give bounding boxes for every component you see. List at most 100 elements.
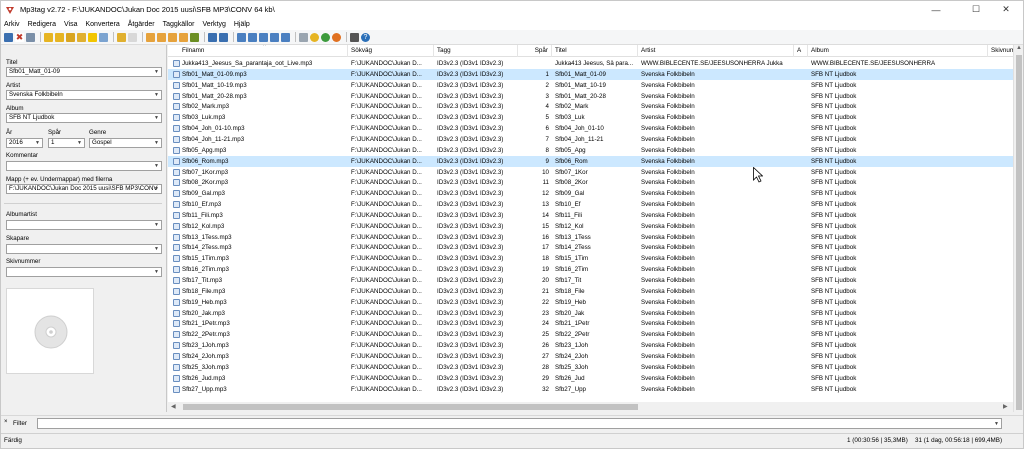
chevron-down-icon[interactable]: ▼ <box>152 185 161 193</box>
table-row[interactable]: Sfb03_Luk.mp3 F:\JUKANDOC\Jukan D... ID3v2… <box>168 112 1013 123</box>
minimize-button[interactable]: — <box>919 1 953 18</box>
open-folder-icon[interactable] <box>66 32 75 42</box>
scroll-right-icon[interactable]: ▶ <box>1003 403 1008 410</box>
chevron-down-icon[interactable]: ▼ <box>152 162 161 170</box>
chevron-down-icon[interactable]: ▼ <box>152 268 161 276</box>
close-button[interactable]: ✕ <box>989 1 1023 18</box>
tools-icon[interactable] <box>332 32 341 42</box>
scroll-up-icon[interactable]: ▲ <box>1016 45 1022 51</box>
column-titel[interactable]: Titel <box>552 45 638 57</box>
chevron-down-icon[interactable]: ▼ <box>152 221 161 229</box>
tag-source-discogs-icon[interactable] <box>259 32 268 42</box>
tag-source-amazon-icon[interactable] <box>281 32 290 42</box>
table-row[interactable]: Sfb16_2Tim.mp3 F:\JUKANDOC\Jukan D... ID3v… <box>168 264 1013 275</box>
table-row[interactable]: Sfb10_Ef.mp3 F:\JUKANDOC\Jukan D... ID3v2.… <box>168 199 1013 210</box>
menu-arkiv[interactable]: Arkiv <box>4 21 20 28</box>
table-row[interactable]: Sfb04_Joh_11-21.mp3 F:\JUKANDOC\Jukan D..… <box>168 134 1013 145</box>
chevron-down-icon[interactable]: ▼ <box>152 114 161 122</box>
column-spar[interactable]: Spår <box>518 45 552 57</box>
table-row[interactable]: Jukka413_Jeesus_Sa_parantaja_oot_Live.mp… <box>168 58 1013 69</box>
table-row[interactable]: Sfb18_File.mp3 F:\JUKANDOC\Jukan D... ID3v… <box>168 286 1013 297</box>
menu-verktyg[interactable]: Verktyg <box>203 21 226 28</box>
tag-to-filename-icon[interactable] <box>146 32 155 42</box>
table-row[interactable]: Sfb01_Matt_01-09.mp3 F:\JUKANDOC\Jukan D.… <box>168 68 1013 80</box>
column-album[interactable]: Album <box>808 45 988 57</box>
table-row[interactable]: Sfb20_Jak.mp3 F:\JUKANDOC\Jukan D... ID3v2… <box>168 308 1013 319</box>
table-row[interactable]: Sfb26_Jud.mp3 F:\JUKANDOC\Jukan D... ID3v2… <box>168 373 1013 384</box>
mapp-field[interactable]: F:\JUKANDOC\Jukan Doc 2015 uusi\SFB MP3\… <box>6 184 162 194</box>
chevron-down-icon[interactable]: ▼ <box>152 139 161 147</box>
cover-art-area[interactable] <box>6 288 94 374</box>
chevron-down-icon[interactable]: ▼ <box>152 91 161 99</box>
add-directory-icon[interactable] <box>55 32 64 42</box>
folder-reload-icon[interactable] <box>77 32 86 42</box>
vertical-scrollbar[interactable]: ▲ <box>1013 45 1023 412</box>
table-row[interactable]: Sfb17_Tit.mp3 F:\JUKANDOC\Jukan D... ID3v2… <box>168 275 1013 286</box>
filter-icon[interactable] <box>299 32 308 42</box>
table-row[interactable]: Sfb06_Rom.mp3 F:\JUKANDOC\Jukan D... ID3v2… <box>168 155 1013 167</box>
column-a[interactable]: A <box>794 45 808 57</box>
actions-icon[interactable] <box>208 32 217 42</box>
favorites-star-icon[interactable] <box>88 32 97 42</box>
table-row[interactable]: Sfb07_1Kor.mp3 F:\JUKANDOC\Jukan D... ID3v… <box>168 167 1013 178</box>
column-sokvag[interactable]: Sökväg <box>348 45 434 57</box>
auto-numbering-icon[interactable] <box>190 32 199 42</box>
albumartist-field[interactable]: ▼ <box>6 220 162 230</box>
quick-actions-icon[interactable] <box>219 32 228 42</box>
undo-icon[interactable] <box>26 32 35 42</box>
artist-field[interactable]: Svenska Folkbibeln ▼ <box>6 90 162 100</box>
filename-to-tag-icon[interactable] <box>157 32 166 42</box>
filter-close-icon[interactable]: × <box>4 419 8 425</box>
spar-field[interactable]: 1 ▼ <box>48 138 85 148</box>
table-row[interactable]: Sfb04_Joh_01-10.mp3 F:\JUKANDOC\Jukan D..… <box>168 123 1013 134</box>
filter-input[interactable]: ▼ <box>37 418 1002 429</box>
skivnummer-field[interactable]: ▼ <box>6 267 162 277</box>
menu-hjalp[interactable]: Hjälp <box>234 21 250 28</box>
ar-field[interactable]: 2016 ▼ <box>6 138 43 148</box>
column-artist[interactable]: Artist <box>638 45 794 57</box>
table-row[interactable]: Sfb14_2Tess.mp3 F:\JUKANDOC\Jukan D... ID3… <box>168 242 1013 253</box>
kommentar-field[interactable]: ▼ <box>6 161 162 171</box>
table-row[interactable]: Sfb19_Heb.mp3 F:\JUKANDOC\Jukan D... ID3v2… <box>168 297 1013 308</box>
file-list[interactable]: Filnamn Sökväg Tagg Spår Titel Artist A … <box>168 45 1013 402</box>
export-icon[interactable] <box>128 32 137 42</box>
refresh-icon[interactable] <box>99 32 108 42</box>
table-row[interactable]: Sfb23_1Joh.mp3 F:\JUKANDOC\Jukan D... ID3v… <box>168 340 1013 351</box>
extended-tags-icon[interactable] <box>237 32 246 42</box>
table-row[interactable]: Sfb21_1Petr.mp3 F:\JUKANDOC\Jukan D... ID3… <box>168 318 1013 329</box>
table-row[interactable]: Sfb11_Fili.mp3 F:\JUKANDOC\Jukan D... ID3v… <box>168 210 1013 221</box>
chevron-down-icon[interactable]: ▼ <box>33 139 42 147</box>
chevron-down-icon[interactable]: ▼ <box>992 420 1001 428</box>
remove-tag-icon[interactable]: ✖ <box>15 32 24 42</box>
web-sources-icon[interactable] <box>310 32 319 42</box>
table-row[interactable]: Sfb13_1Tess.mp3 F:\JUKANDOC\Jukan D... ID3… <box>168 232 1013 243</box>
chevron-down-icon[interactable]: ▼ <box>152 245 161 253</box>
table-row[interactable]: Sfb22_2Petr.mp3 F:\JUKANDOC\Jukan D... ID3… <box>168 329 1013 340</box>
table-row[interactable]: Sfb12_Kol.mp3 F:\JUKANDOC\Jukan D... ID3v2… <box>168 221 1013 232</box>
vertical-scroll-thumb[interactable] <box>1016 55 1022 410</box>
chevron-down-icon[interactable]: ▼ <box>75 139 84 147</box>
album-field[interactable]: SFB NT Ljudbok ▼ <box>6 113 162 123</box>
maximize-button[interactable]: ☐ <box>959 1 993 18</box>
table-row[interactable]: Sfb01_Matt_20-28.mp3 F:\JUKANDOC\Jukan D.… <box>168 91 1013 102</box>
menu-redigera[interactable]: Redigera <box>28 21 56 28</box>
column-tagg[interactable]: Tagg <box>434 45 518 57</box>
skapare-field[interactable]: ▼ <box>6 244 162 254</box>
table-row[interactable]: Sfb27_Upp.mp3 F:\JUKANDOC\Jukan D... ID3v2… <box>168 384 1013 395</box>
menu-taggkallor[interactable]: Taggkällor <box>163 21 195 28</box>
table-row[interactable]: Sfb05_Apg.mp3 F:\JUKANDOC\Jukan D... ID3v2… <box>168 145 1013 156</box>
help-icon[interactable]: ? <box>361 32 370 42</box>
change-directory-icon[interactable] <box>44 32 53 42</box>
table-row[interactable]: Sfb01_Matt_10-19.mp3 F:\JUKANDOC\Jukan D.… <box>168 80 1013 91</box>
chevron-down-icon[interactable]: ▼ <box>152 68 161 76</box>
text-to-tag-icon[interactable] <box>179 32 188 42</box>
table-row[interactable]: Sfb02_Mark.mp3 F:\JUKANDOC\Jukan D... ID3v… <box>168 101 1013 112</box>
filename-to-filename-icon[interactable] <box>168 32 177 42</box>
table-row[interactable]: Sfb24_2Joh.mp3 F:\JUKANDOC\Jukan D... ID3v… <box>168 351 1013 362</box>
menu-visa[interactable]: Visa <box>64 21 78 28</box>
menu-atgarder[interactable]: Åtgärder <box>128 21 155 28</box>
table-row[interactable]: Sfb09_Gal.mp3 F:\JUKANDOC\Jukan D... ID3v2… <box>168 188 1013 199</box>
tag-source-musicbrainz-icon[interactable] <box>270 32 279 42</box>
table-row[interactable]: Sfb15_1Tim.mp3 F:\JUKANDOC\Jukan D... ID3v… <box>168 253 1013 264</box>
save-icon[interactable] <box>4 32 13 42</box>
